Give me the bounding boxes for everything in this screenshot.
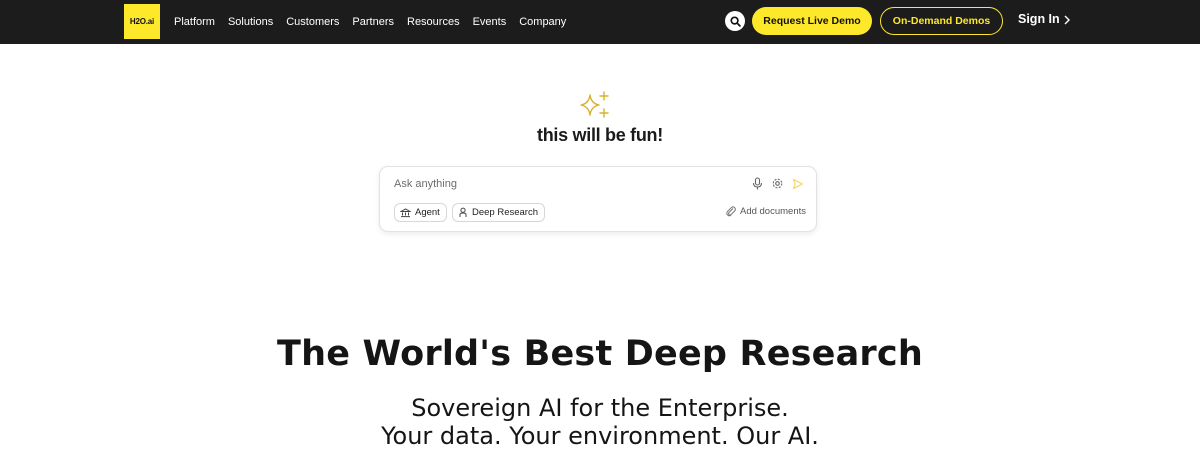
search-button[interactable]: [725, 11, 745, 31]
subheadline-line-2: Your data. Your environment. Our AI.: [381, 422, 819, 450]
paperclip-icon: [726, 206, 736, 217]
hero-title: this will be fun!: [537, 125, 663, 145]
send-icon[interactable]: [791, 177, 804, 190]
microphone-icon[interactable]: [751, 177, 764, 190]
subheadline-line-1: Sovereign AI for the Enterprise.: [411, 394, 789, 422]
nav-link-partners[interactable]: Partners: [352, 16, 394, 28]
nav-link-resources[interactable]: Resources: [407, 16, 460, 28]
chevron-right-icon[interactable]: [1062, 13, 1072, 27]
ask-input[interactable]: [394, 178, 734, 190]
nav-link-events[interactable]: Events: [473, 16, 507, 28]
deep-research-chip-label: Deep Research: [472, 207, 539, 218]
top-navbar: H2O.ai Platform Solutions Customers Part…: [0, 0, 1200, 44]
nav-link-company[interactable]: Company: [519, 16, 566, 28]
main-nav: Platform Solutions Customers Partners Re…: [174, 0, 579, 44]
bank-icon: [400, 207, 411, 217]
request-live-demo-button[interactable]: Request Live Demo: [752, 7, 872, 35]
nav-link-customers[interactable]: Customers: [286, 16, 339, 28]
settings-icon[interactable]: [771, 177, 784, 190]
sparkle-icon: [580, 91, 609, 118]
agent-chip-label: Agent: [415, 207, 440, 218]
sign-in-link[interactable]: Sign In: [1018, 12, 1060, 26]
main-headline: The World's Best Deep Research: [277, 334, 923, 374]
agent-chip[interactable]: Agent: [394, 203, 447, 222]
ask-actions: [751, 177, 804, 190]
nav-link-platform[interactable]: Platform: [174, 16, 215, 28]
research-icon: [459, 207, 467, 217]
deep-research-chip[interactable]: Deep Research: [452, 203, 546, 222]
add-documents-label: Add documents: [739, 205, 806, 217]
search-icon: [729, 15, 741, 27]
nav-link-solutions[interactable]: Solutions: [228, 16, 273, 28]
ask-box: Agent Deep Research Add documents: [379, 166, 817, 232]
h2o-logo[interactable]: H2O.ai: [124, 4, 160, 39]
on-demand-demos-button[interactable]: On-Demand Demos: [880, 7, 1003, 35]
add-documents-button[interactable]: Add documents: [725, 205, 806, 217]
